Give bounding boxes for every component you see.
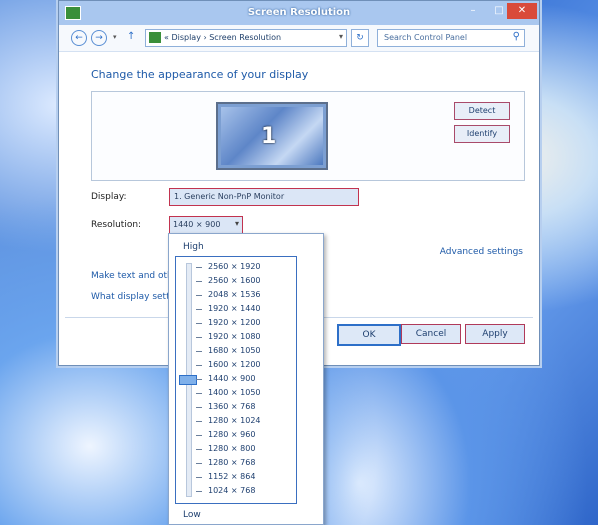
resolution-slider-thumb[interactable] [179, 375, 197, 385]
slider-tick [196, 491, 202, 492]
slider-tick [196, 421, 202, 422]
display-label: Display: [91, 192, 127, 202]
slider-tick [196, 435, 202, 436]
recent-locations-dropdown[interactable]: ▾ [113, 33, 117, 41]
page-title: Change the appearance of your display [91, 68, 309, 81]
slider-tick [196, 407, 202, 408]
resolution-option[interactable]: 1280 × 960 [208, 430, 255, 439]
cancel-button[interactable]: Cancel [401, 324, 461, 344]
address-bar[interactable]: « Display › Screen Resolution ▾ [145, 29, 347, 47]
advanced-settings-link[interactable]: Advanced settings [440, 247, 523, 257]
slider-tick [196, 463, 202, 464]
slider-tick [196, 351, 202, 352]
forward-arrow-icon[interactable]: → [91, 30, 107, 46]
resolution-option[interactable]: 2560 × 1920 [208, 262, 261, 271]
resolution-option[interactable]: 1152 × 864 [208, 472, 255, 481]
resolution-option[interactable]: 1440 × 900 [208, 374, 255, 383]
slider-tick [196, 295, 202, 296]
search-box[interactable]: Search Control Panel ⚲ [377, 29, 525, 47]
resolution-dropdown-panel: High 2560 × 1920 2560 × 1600 2048 × 1536 19… [168, 233, 324, 525]
apply-button[interactable]: Apply [465, 324, 525, 344]
slider-tick [196, 477, 202, 478]
up-arrow-icon[interactable]: ↑ [127, 31, 135, 42]
detect-button[interactable]: Detect [454, 102, 510, 120]
identify-button[interactable]: Identify [454, 125, 510, 143]
resolution-option[interactable]: 1400 × 1050 [208, 388, 261, 397]
title-bar[interactable]: Screen Resolution – □ ✕ [59, 1, 539, 26]
monitor-icon[interactable]: 1 [216, 102, 328, 170]
resolution-option[interactable]: 1360 × 768 [208, 402, 255, 411]
slider-tick [196, 267, 202, 268]
resolution-option[interactable]: 1680 × 1050 [208, 346, 261, 355]
display-preview-panel: 1 Detect Identify [91, 91, 525, 181]
slider-tick [196, 337, 202, 338]
resolution-option[interactable]: 2560 × 1600 [208, 276, 261, 285]
resolution-option[interactable]: 1280 × 768 [208, 458, 255, 467]
monitor-number: 1 [261, 124, 277, 149]
slider-tick [196, 393, 202, 394]
slider-tick [196, 379, 202, 380]
slider-tick [196, 309, 202, 310]
search-input[interactable]: Search Control Panel [384, 33, 467, 42]
chevron-down-icon[interactable]: ▾ [339, 32, 343, 41]
refresh-icon[interactable]: ↻ [351, 29, 369, 47]
resolution-select-value: 1440 × 900 [173, 220, 221, 229]
display-select-value: 1. Generic Non-PnP Monitor [174, 192, 285, 201]
close-button[interactable]: ✕ [507, 3, 537, 19]
resolution-slider-box: 2560 × 1920 2560 × 1600 2048 × 1536 1920 × … [175, 256, 297, 504]
slider-tick [196, 281, 202, 282]
chevron-down-icon[interactable]: ▾ [235, 219, 239, 228]
resolution-option[interactable]: 1600 × 1200 [208, 360, 261, 369]
resolution-option[interactable]: 2048 × 1536 [208, 290, 261, 299]
high-label: High [183, 242, 204, 252]
slider-tick [196, 323, 202, 324]
resolution-option[interactable]: 1024 × 768 [208, 486, 255, 495]
resolution-option[interactable]: 1280 × 1024 [208, 416, 261, 425]
minimize-button[interactable]: – [461, 3, 485, 19]
resolution-option[interactable]: 1920 × 1440 [208, 304, 261, 313]
low-label: Low [183, 510, 201, 520]
resolution-label: Resolution: [91, 220, 142, 230]
display-select[interactable]: 1. Generic Non-PnP Monitor [169, 188, 359, 206]
navigation-bar: ← → ▾ ↑ « Display › Screen Resolution ▾ … [59, 25, 539, 52]
ok-button[interactable]: OK [337, 324, 401, 346]
search-icon[interactable]: ⚲ [513, 31, 520, 42]
back-arrow-icon[interactable]: ← [71, 30, 87, 46]
slider-tick [196, 365, 202, 366]
resolution-option[interactable]: 1920 × 1200 [208, 318, 261, 327]
resolution-option[interactable]: 1920 × 1080 [208, 332, 261, 341]
breadcrumb[interactable]: « Display › Screen Resolution [164, 33, 281, 42]
slider-tick [196, 449, 202, 450]
resolution-select[interactable]: 1440 × 900 ▾ [169, 216, 243, 234]
monitor-screen: 1 [221, 107, 323, 165]
resolution-option[interactable]: 1280 × 800 [208, 444, 255, 453]
control-panel-icon [149, 32, 161, 43]
